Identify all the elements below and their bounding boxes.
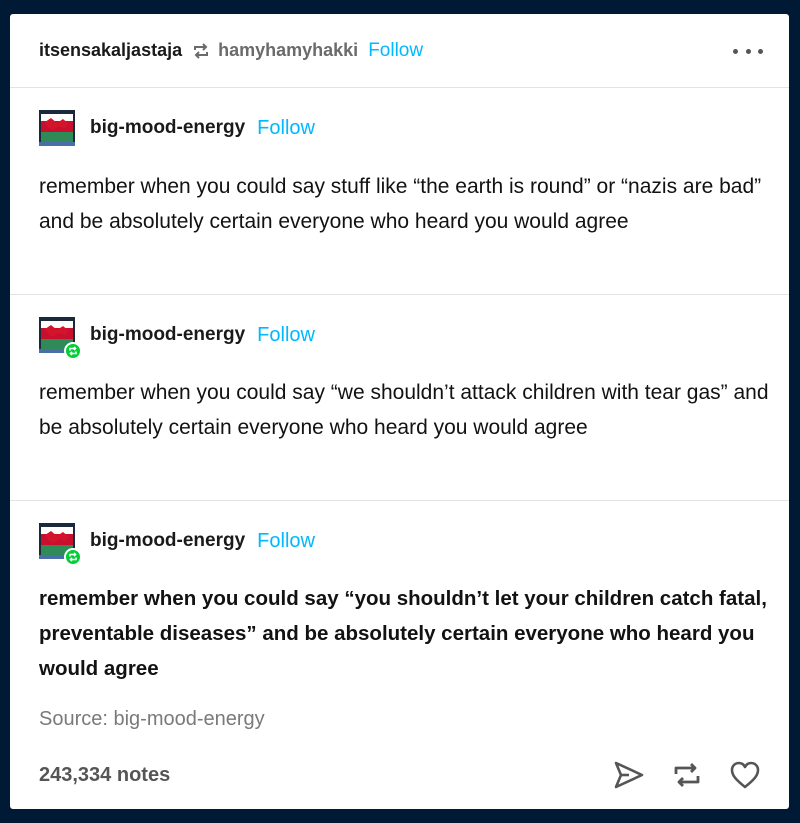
avatar[interactable] (39, 523, 82, 566)
trail-header: big-mood-energy Follow (39, 110, 315, 146)
source-username[interactable]: hamyhamyhakki (218, 40, 358, 61)
dot-icon (745, 48, 751, 54)
avatar-icon (39, 110, 75, 146)
follow-button[interactable]: Follow (257, 530, 315, 553)
source-link[interactable]: Source: big-mood-energy (39, 708, 265, 731)
follow-button[interactable]: Follow (257, 324, 315, 347)
trail-item: big-mood-energy Follow remember when you… (10, 295, 789, 501)
more-icon[interactable] (733, 41, 763, 61)
trail-header: big-mood-energy Follow (39, 523, 315, 566)
trail-username[interactable]: big-mood-energy (90, 117, 245, 139)
avatar[interactable] (39, 317, 82, 360)
trail-item: big-mood-energy Follow remember when you… (10, 88, 789, 295)
notes-count[interactable]: 243,334 notes (39, 764, 170, 787)
post-footer: 243,334 notes (39, 755, 763, 795)
post-header: itsensakaljastaja hamyhamyhakki Follow (10, 14, 789, 88)
post-card: itsensakaljastaja hamyhamyhakki Follow b… (10, 14, 789, 809)
dot-icon (758, 48, 763, 54)
avatar[interactable] (39, 110, 75, 146)
trail-header: big-mood-energy Follow (39, 317, 315, 360)
post-text: remember when you could say stuff like “… (39, 175, 762, 233)
post-text: remember when you could say “you shouldn… (39, 587, 767, 680)
heart-icon[interactable] (727, 757, 763, 793)
reblog-badge-icon (64, 548, 82, 566)
trail-username[interactable]: big-mood-energy (90, 530, 245, 552)
reblog-icon[interactable] (669, 757, 705, 793)
reblog-badge-icon (64, 342, 82, 360)
dot-icon (733, 48, 738, 54)
share-icon[interactable] (611, 757, 647, 793)
post-actions (589, 757, 763, 793)
follow-button[interactable]: Follow (368, 40, 423, 62)
post-text: remember when you could say “we shouldn’… (39, 381, 769, 439)
follow-button[interactable]: Follow (257, 117, 315, 140)
trail-username[interactable]: big-mood-energy (90, 324, 245, 346)
reblog-icon (192, 42, 210, 60)
reblogger-username[interactable]: itsensakaljastaja (39, 40, 182, 61)
